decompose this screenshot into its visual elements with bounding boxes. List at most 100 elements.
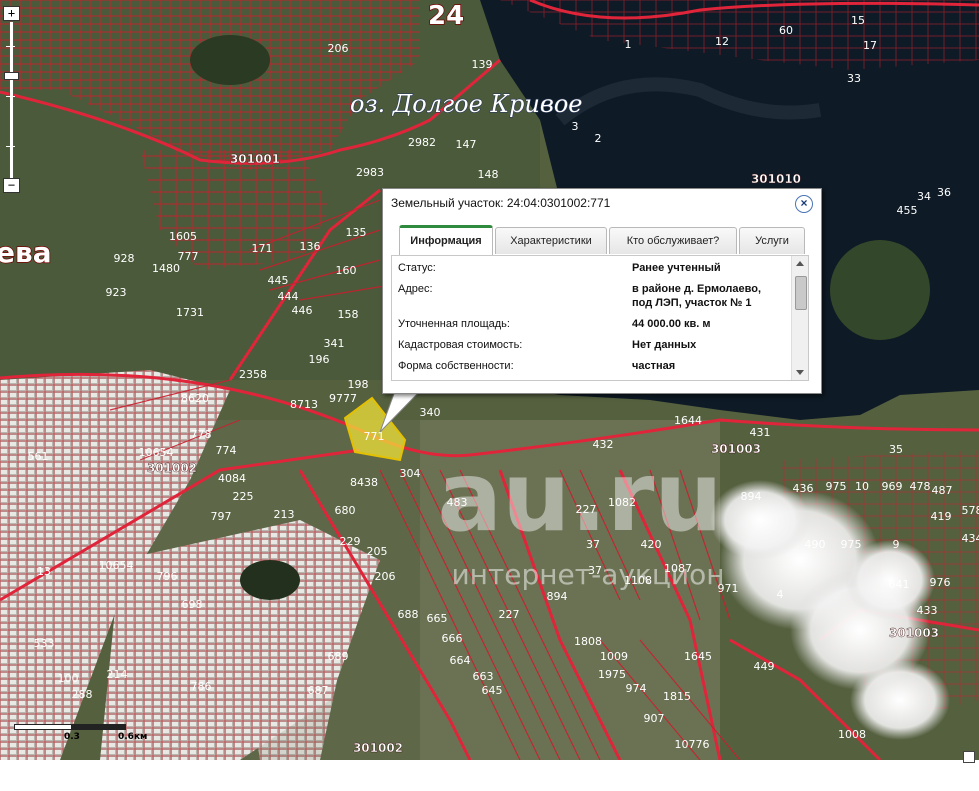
parcel-label: 17 xyxy=(863,39,877,52)
parcel-label: 196 xyxy=(309,353,330,366)
parcel-label: 490 xyxy=(805,538,826,551)
parcel-label: 213 xyxy=(274,508,295,521)
parcel-label: 894 xyxy=(741,490,762,503)
region-number: 24 xyxy=(428,1,464,31)
parcel-label: 206 xyxy=(328,42,349,55)
parcel-label: 663 xyxy=(473,670,494,683)
parcel-label: 135 xyxy=(346,226,367,239)
zoom-in-button[interactable]: + xyxy=(3,6,20,21)
row-value-address-line1: в районе д. Ермолаево, xyxy=(632,283,762,295)
tab-information[interactable]: Информация xyxy=(399,225,493,256)
row-value-ownership: частная xyxy=(632,360,676,372)
scale-bar: 0.3 0.6км xyxy=(14,722,154,748)
parcel-label: 1645 xyxy=(684,650,712,663)
tab-who-serves[interactable]: Кто обслуживает? xyxy=(609,227,737,254)
parcel-label: 35 xyxy=(889,443,903,456)
zoom-out-button[interactable]: − xyxy=(3,178,20,193)
parcel-label: 34 xyxy=(917,190,931,203)
parcel-label: 928 xyxy=(114,252,135,265)
parcel-label: 9 xyxy=(893,538,900,551)
parcel-label: 9777 xyxy=(329,392,357,405)
parcel-info-popup: Земельный участок: 24:04:0301002:771 × И… xyxy=(382,188,822,394)
parcel-label: 436 xyxy=(793,482,814,495)
parcel-label: 894 xyxy=(547,590,568,603)
block-label: 301003 xyxy=(889,626,939,640)
parcel-label: 304 xyxy=(400,467,421,480)
parcel-label: 2982 xyxy=(408,136,436,149)
parcel-label: 227 xyxy=(499,608,520,621)
parcel-label: 434 xyxy=(962,532,979,545)
popup-title: Земельный участок: 24:04:0301002:771 xyxy=(391,196,611,210)
parcel-label: 449 xyxy=(754,660,775,673)
row-label-address: Адрес: xyxy=(398,283,433,295)
parcel-label: 8620 xyxy=(181,392,209,405)
tab-services[interactable]: Услуги xyxy=(739,227,805,254)
scale-segment xyxy=(14,724,72,730)
parcel-label: 8438 xyxy=(350,476,378,489)
close-icon[interactable]: × xyxy=(795,195,813,213)
scroll-down-icon[interactable] xyxy=(796,370,804,375)
popup-content[interactable]: Статус: Ранее учтенный Адрес: в районе д… xyxy=(391,255,809,381)
lake-label: оз. Долгое Кривое xyxy=(350,90,582,118)
zoom-slider-thumb[interactable] xyxy=(4,72,19,80)
parcel-label: 288 xyxy=(72,688,93,701)
row-value-status: Ранее учтенный xyxy=(632,262,721,274)
parcel-label: 698 xyxy=(182,598,203,611)
parcel-label: 645 xyxy=(482,684,503,697)
parcel-label: 60 xyxy=(779,24,793,37)
row-value-cadastral-cost: Нет данных xyxy=(632,339,697,351)
parcel-label: 15 xyxy=(851,14,865,27)
parcel-label: 907 xyxy=(644,712,665,725)
parcel-label: 2358 xyxy=(239,368,267,381)
parcel-label: 12 xyxy=(715,35,729,48)
parcel-label: 205 xyxy=(367,545,388,558)
parcel-label: 689 xyxy=(328,650,349,663)
row-value-area: 44 000.00 кв. м xyxy=(632,318,711,330)
parcel-label: 214 xyxy=(107,668,128,681)
parcel-label: 160 xyxy=(336,264,357,277)
watermark-sub: интернет-аукцион xyxy=(451,558,724,591)
parcel-label: 666 xyxy=(442,632,463,645)
popup-scrollbar[interactable] xyxy=(791,256,808,380)
parcel-label: 100 xyxy=(58,672,79,685)
scale-segment xyxy=(72,724,126,730)
parcel-label: 4084 xyxy=(218,472,246,485)
parcel-label: 3 xyxy=(572,120,579,133)
parcel-label: 13 xyxy=(37,565,51,578)
parcel-label: 8713 xyxy=(290,398,318,411)
parcel-label: 36 xyxy=(937,186,951,199)
scrollbar-thumb[interactable] xyxy=(795,276,807,310)
parcel-label: 340 xyxy=(420,406,441,419)
parcel-label: 975 xyxy=(841,538,862,551)
resize-corner-icon[interactable] xyxy=(963,751,975,763)
parcel-label: 10654 xyxy=(139,446,174,459)
parcel-label: 1480 xyxy=(152,262,180,275)
parcel-label: 664 xyxy=(450,654,471,667)
forest-patch xyxy=(240,560,300,600)
parcel-label: 533 xyxy=(34,637,55,650)
parcel-label: 10654 xyxy=(99,559,134,572)
parcel-label: 206 xyxy=(375,570,396,583)
parcel-label: 1008 xyxy=(838,728,866,741)
row-label-area: Уточненная площадь: xyxy=(398,318,510,330)
parcel-label: 1644 xyxy=(674,414,702,427)
parcel-label: 455 xyxy=(897,204,918,217)
parcel-label: 976 xyxy=(930,576,951,589)
tab-characteristics[interactable]: Характеристики xyxy=(495,227,607,254)
parcel-label: 10 xyxy=(855,480,869,493)
parcel-label: 665 xyxy=(427,612,448,625)
parcel-label: 229 xyxy=(340,535,361,548)
parcel-label: 774 xyxy=(216,444,237,457)
parcel-label: 561 xyxy=(28,450,49,463)
watermark-main: au.ru xyxy=(437,441,722,553)
row-value-address-line2: под ЛЭП, участок № 1 xyxy=(632,297,752,309)
parcel-label: 225 xyxy=(233,490,254,503)
parcel-label: 1975 xyxy=(598,668,626,681)
parcel-label: 431 xyxy=(750,426,771,439)
parcel-label: 1 xyxy=(625,38,632,51)
parcel-label: 797 xyxy=(211,510,232,523)
parcel-label: 680 xyxy=(335,504,356,517)
scroll-up-icon[interactable] xyxy=(796,261,804,266)
parcel-label: 975 xyxy=(826,480,847,493)
parcel-label: 171 xyxy=(252,242,273,255)
